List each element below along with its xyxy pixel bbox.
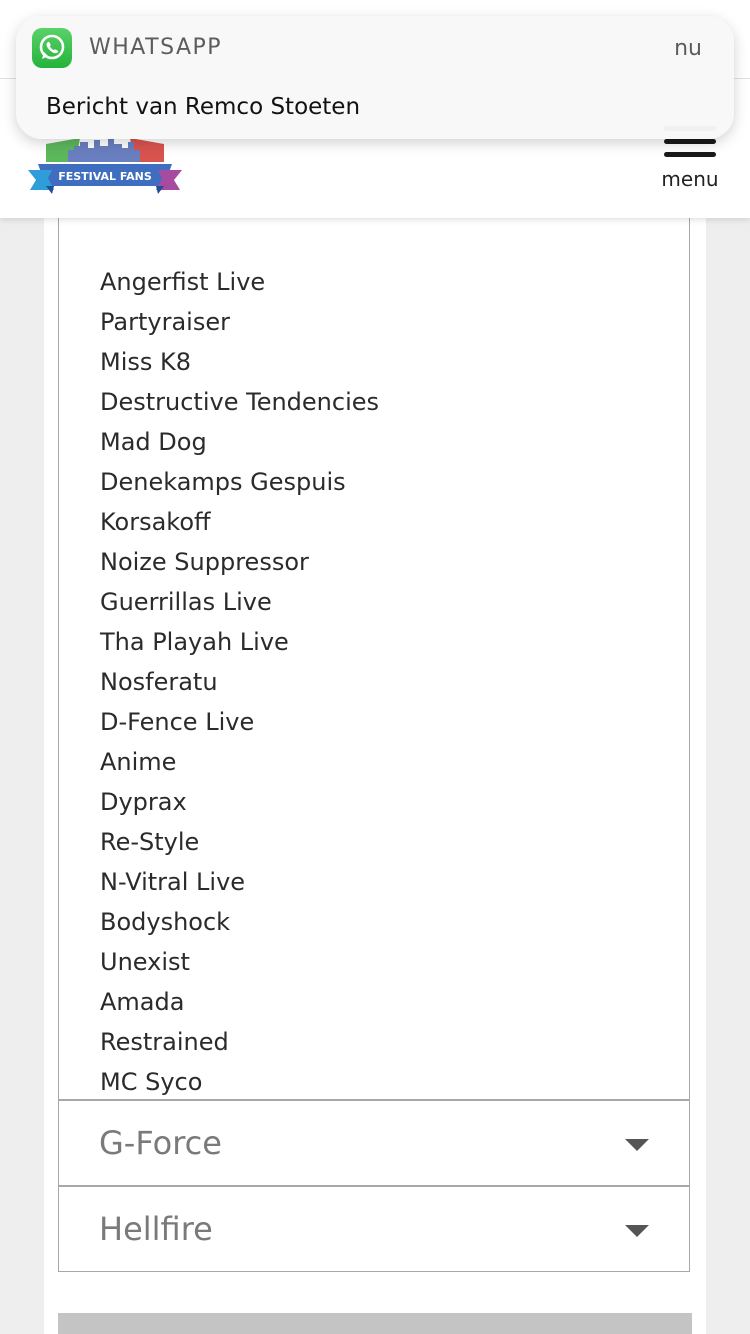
lineup-panel-expanded: Angerfist Live Partyraiser Miss K8 Destr…: [58, 218, 690, 1100]
artist-item: Partyraiser: [100, 308, 230, 336]
caret-down-icon: [625, 1139, 649, 1151]
artist-item: Guerrillas Live: [100, 588, 272, 616]
logo-text: FESTIVAL FANS: [58, 170, 152, 183]
artist-item: Korsakoff: [100, 508, 211, 536]
artist-item: Unexist: [100, 948, 190, 976]
artist-item: Re-Style: [100, 828, 200, 856]
content-panel: Angerfist Live Partyraiser Miss K8 Destr…: [44, 218, 706, 1334]
whatsapp-notification-banner[interactable]: WHATSAPP nu Bericht van Remco Stoeten: [16, 16, 734, 139]
artist-item: Restrained: [100, 1028, 229, 1056]
artist-item: Nosferatu: [100, 668, 218, 696]
artist-item: D-Fence Live: [100, 708, 255, 736]
next-section-bar[interactable]: [58, 1313, 692, 1334]
artist-item: Noize Suppressor: [100, 548, 309, 576]
whatsapp-icon: [32, 28, 72, 68]
artist-item: Tha Playah Live: [100, 628, 289, 656]
artist-item: Bodyshock: [100, 908, 231, 936]
artist-item: MC Syco: [100, 1068, 203, 1096]
accordion-item-g-force[interactable]: G-Force: [58, 1100, 690, 1186]
accordion-title: G-Force: [99, 1124, 222, 1162]
accordion-item-hellfire[interactable]: Hellfire: [58, 1186, 690, 1272]
artist-item: Amada: [100, 988, 185, 1016]
artist-item: Angerfist Live: [100, 268, 266, 296]
artist-item: N-Vitral Live: [100, 868, 246, 896]
notification-app-name: WHATSAPP: [89, 35, 223, 60]
notification-time: nu: [674, 36, 702, 61]
artist-item: Miss K8: [100, 348, 192, 376]
menu-label: menu: [661, 167, 719, 191]
artist-item: Dyprax: [100, 788, 187, 816]
artist-list: Angerfist Live Partyraiser Miss K8 Destr…: [100, 262, 379, 1102]
caret-down-icon: [625, 1225, 649, 1237]
notification-message: Bericht van Remco Stoeten: [46, 94, 361, 120]
accordion-title: Hellfire: [99, 1210, 213, 1248]
artist-item: Mad Dog: [100, 428, 207, 456]
artist-item: Denekamps Gespuis: [100, 468, 346, 496]
artist-item: Anime: [100, 748, 177, 776]
artist-item: Destructive Tendencies: [100, 388, 380, 416]
